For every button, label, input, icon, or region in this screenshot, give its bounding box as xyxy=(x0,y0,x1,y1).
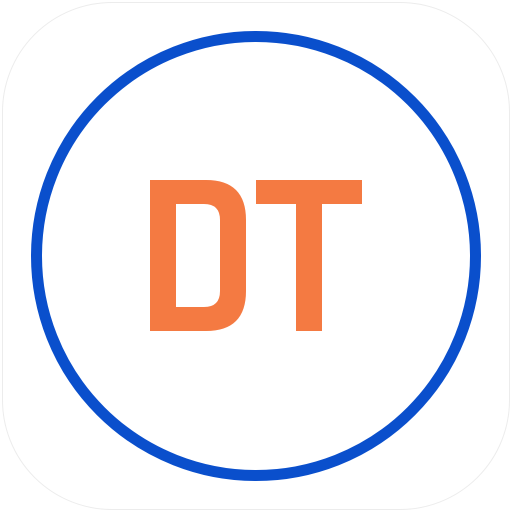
monogram-letter-t-icon xyxy=(256,180,362,331)
monogram xyxy=(150,180,362,331)
dt-logo xyxy=(150,180,362,331)
icon-canvas: DT xyxy=(0,0,512,512)
monogram-letter-d-icon xyxy=(150,180,246,331)
